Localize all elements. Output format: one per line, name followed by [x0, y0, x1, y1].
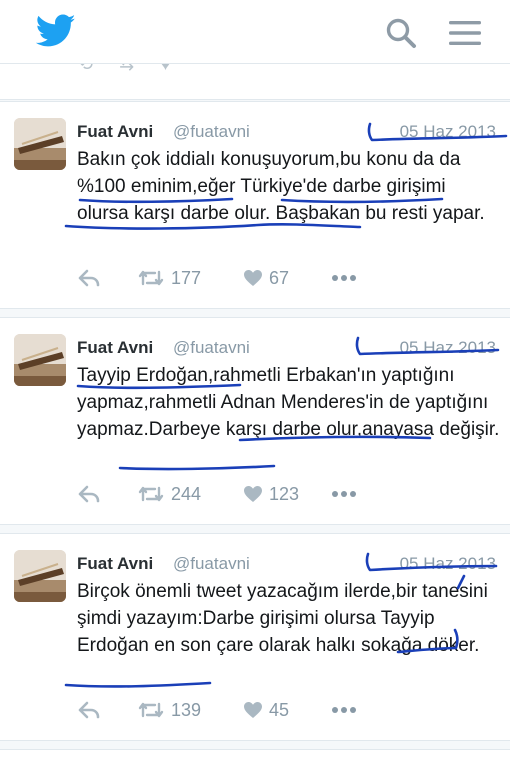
avatar[interactable]: [14, 118, 66, 170]
previous-tweet-actions-icon: ⟲⇆♥: [78, 64, 197, 74]
retweet-icon: [138, 702, 164, 718]
top-bar: [0, 0, 510, 64]
retweet-icon: [138, 486, 164, 502]
more-dots-icon: [332, 491, 356, 497]
reply-button[interactable]: [77, 480, 101, 508]
like-button[interactable]: 123: [243, 480, 299, 508]
retweet-count: 139: [171, 699, 202, 720]
more-options-button[interactable]: [331, 480, 357, 508]
tweet-text: Tayyip Erdoğan,rahmetli Erbakan'ın yaptı…: [77, 365, 500, 440]
tweet-text: Birçok önemli tweet yazacağım ilerde,bir…: [77, 581, 488, 656]
like-count: 45: [269, 699, 290, 720]
hamburger-menu-icon[interactable]: [447, 18, 483, 48]
reply-button[interactable]: [77, 264, 101, 292]
heart-icon: [244, 702, 262, 718]
tweet-date[interactable]: 05 Haz 2013: [400, 554, 496, 574]
retweet-icon: [138, 270, 164, 286]
author-name[interactable]: Fuat Avni: [77, 338, 153, 358]
heart-icon: [244, 270, 262, 286]
search-icon[interactable]: [384, 16, 418, 50]
reply-icon: [78, 269, 100, 287]
avatar[interactable]: [14, 550, 66, 602]
more-options-button[interactable]: [331, 696, 357, 724]
like-button[interactable]: 45: [243, 696, 289, 724]
retweet-count: 177: [171, 267, 202, 288]
more-options-button[interactable]: [331, 264, 357, 292]
tweet-date[interactable]: 05 Haz 2013: [400, 122, 496, 142]
tweet-card[interactable]: Fuat Avni @fuatavni 05 Haz 2013 Tayyip E…: [0, 317, 510, 525]
like-count: 123: [269, 483, 300, 504]
reply-icon: [78, 701, 100, 719]
more-dots-icon: [332, 275, 356, 281]
like-button[interactable]: 67: [243, 264, 289, 292]
author-handle[interactable]: @fuatavni: [173, 122, 250, 142]
avatar[interactable]: [14, 334, 66, 386]
tweet-text: Bakın çok iddialı konuşuyorum,bu konu da…: [77, 149, 485, 224]
heart-icon: [244, 486, 262, 502]
tweet-date[interactable]: 05 Haz 2013: [400, 338, 496, 358]
like-count: 67: [269, 267, 290, 288]
retweet-button[interactable]: 177: [137, 264, 201, 292]
retweet-count: 244: [171, 483, 202, 504]
tweet-card[interactable]: Fuat Avni @fuatavni 05 Haz 2013 Birçok ö…: [0, 533, 510, 741]
twitter-bird-icon[interactable]: [35, 14, 76, 48]
author-name[interactable]: Fuat Avni: [77, 554, 153, 574]
tweet-actions: 139 45: [77, 696, 497, 724]
author-name[interactable]: Fuat Avni: [77, 122, 153, 142]
tweet-actions: 244 123: [77, 480, 497, 508]
tweet-card[interactable]: Fuat Avni @fuatavni 05 Haz 2013 Bakın ço…: [0, 101, 510, 309]
previous-tweet-tail: ⟲⇆♥: [0, 64, 510, 100]
more-dots-icon: [332, 707, 356, 713]
retweet-button[interactable]: 139: [137, 696, 201, 724]
tweet-actions: 177 67: [77, 264, 497, 292]
next-tweet-edge: [0, 749, 510, 757]
reply-button[interactable]: [77, 696, 101, 724]
reply-icon: [78, 485, 100, 503]
retweet-button[interactable]: 244: [137, 480, 201, 508]
author-handle[interactable]: @fuatavni: [173, 554, 250, 574]
author-handle[interactable]: @fuatavni: [173, 338, 250, 358]
